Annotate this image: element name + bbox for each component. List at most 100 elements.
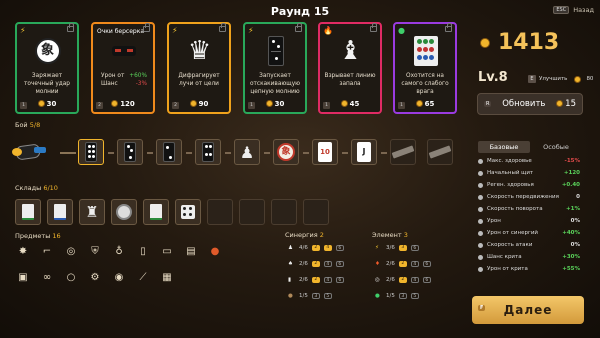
upgrade-button[interactable]: E Улучшить 80 bbox=[528, 75, 593, 83]
inventory-slot-5[interactable] bbox=[143, 199, 169, 225]
film-icon[interactable]: ▤ bbox=[183, 243, 199, 259]
fight-slot-2[interactable] bbox=[117, 139, 143, 165]
coin-icon bbox=[189, 100, 197, 107]
shop-card-1[interactable]: ⚡ 象 Заряжает точечный удар молнии 1 30 bbox=[15, 22, 79, 114]
fight-slot-locked-2 bbox=[427, 139, 453, 165]
chess-queen-icon: ♛ bbox=[187, 35, 212, 66]
link-connector bbox=[342, 152, 348, 154]
chest-icon[interactable]: ▣ bbox=[15, 269, 31, 285]
attack-speed-icon bbox=[478, 242, 483, 248]
fight-slot-locked-1 bbox=[390, 139, 416, 165]
card-price: 30 bbox=[245, 100, 305, 108]
reroll-key-hint: R bbox=[484, 101, 492, 107]
domino-icon bbox=[259, 34, 292, 67]
shop-card-5[interactable]: 🔥 ♝ Взрывает линию запала 1 45 bbox=[318, 22, 382, 114]
coin-icon[interactable]: ◉ bbox=[111, 269, 127, 285]
fight-slot-1[interactable] bbox=[78, 139, 104, 165]
magic-wand-icon[interactable]: ⟋ bbox=[135, 269, 151, 285]
playing-card-10-icon: 10 bbox=[318, 142, 332, 162]
lightning-icon: ⚡ bbox=[375, 244, 379, 251]
fight-slot-3[interactable] bbox=[156, 139, 182, 165]
fight-slot-5[interactable]: ♟ bbox=[234, 139, 260, 165]
inventory-slot-4[interactable] bbox=[111, 199, 137, 225]
mahjong-tile-icon: 象 bbox=[277, 143, 295, 161]
synergy-row[interactable]: ♠ 2/6 246 bbox=[288, 259, 344, 269]
playing-card-jack-icon: J bbox=[357, 142, 371, 162]
damage-icon bbox=[478, 218, 483, 224]
domino-icon bbox=[85, 142, 97, 162]
tab-special[interactable]: Особые bbox=[532, 141, 580, 153]
lock-icon[interactable] bbox=[295, 23, 302, 32]
link-connector bbox=[147, 152, 153, 154]
inventory-slot-9[interactable] bbox=[271, 199, 297, 225]
card-desc: Охотится на самого слабого врага bbox=[401, 73, 449, 95]
inventory-slot-3[interactable]: ♜ bbox=[79, 199, 105, 225]
coin-icon bbox=[265, 100, 273, 107]
card-price: 30 bbox=[17, 100, 77, 108]
speed-icon bbox=[478, 194, 483, 200]
regen-icon bbox=[478, 182, 483, 188]
sunglasses-icon[interactable]: ∞ bbox=[39, 269, 55, 285]
chess-pawn-icon: ♟ bbox=[239, 142, 255, 162]
shop-card-4[interactable]: ⚡ Запускает отскакивающую цепную молнию … bbox=[243, 22, 307, 114]
synergy-row[interactable]: ▮ 2/6 246 bbox=[288, 275, 344, 285]
tab-base[interactable]: Базовые bbox=[478, 141, 530, 153]
element-row[interactable]: ◎ 2/6 246 bbox=[375, 275, 431, 285]
shop-card-6[interactable]: ● Охотится на самого слабого врага 1 65 bbox=[393, 22, 457, 114]
fight-slot-4[interactable] bbox=[195, 139, 221, 165]
lock-icon[interactable] bbox=[143, 23, 150, 32]
lock-icon[interactable] bbox=[445, 23, 452, 32]
reroll-button[interactable]: R Обновить 15 bbox=[477, 93, 583, 115]
stat-row: Урон 0% bbox=[478, 216, 580, 226]
ring-icon[interactable]: ◎ bbox=[63, 243, 79, 259]
element-row[interactable]: ● 1/5 35 bbox=[375, 291, 431, 301]
inventory-slot-8[interactable] bbox=[239, 199, 265, 225]
lock-icon[interactable] bbox=[219, 23, 226, 32]
element-row[interactable]: ⚡ 3/6 36 bbox=[375, 243, 431, 253]
card-desc: Запускает отскакивающую цепную молнию bbox=[249, 73, 301, 95]
shop-card-3[interactable]: ⚡ ♛ Дифрагирует лучи от цели 2 90 bbox=[167, 22, 231, 114]
card-icon[interactable]: ▭ bbox=[159, 243, 175, 259]
next-key-hint: F bbox=[478, 305, 486, 311]
synergy-list: ♟ 4/6 246 ♠ 2/6 246 ▮ 2/6 246 ● 1/5 35 bbox=[288, 243, 344, 301]
mahjong-tile-icon: 象 bbox=[31, 34, 64, 67]
lock-icon[interactable] bbox=[370, 23, 377, 32]
reroll-price: 15 bbox=[556, 99, 576, 109]
mahjong-dots-icon bbox=[409, 34, 442, 67]
gear-icon[interactable]: ⚙ bbox=[87, 269, 103, 285]
inventory-slot-10[interactable] bbox=[303, 199, 329, 225]
inventory-slot-7[interactable] bbox=[207, 199, 233, 225]
shield-icon[interactable]: ⛨ bbox=[87, 243, 103, 259]
element-row[interactable]: ♦ 2/6 246 bbox=[375, 259, 431, 269]
shop-card-2[interactable]: Очки берсерка Урон от +60% Шанс -3% 2 12… bbox=[91, 22, 155, 114]
lock-icon[interactable] bbox=[67, 23, 74, 32]
fight-slot-6[interactable]: 象 bbox=[273, 139, 299, 165]
card-desc: Заряжает точечный удар молнии bbox=[24, 73, 70, 95]
domino-icon bbox=[124, 142, 136, 162]
bottle-icon[interactable]: ▯ bbox=[135, 243, 151, 259]
stat-row: Макс. здоровье -15% bbox=[478, 156, 580, 166]
next-button[interactable]: F Далее bbox=[472, 296, 584, 324]
fight-slot-7[interactable]: 10 bbox=[312, 139, 338, 165]
stat-row: Урон от крита +55% bbox=[478, 264, 580, 274]
inventory-slot-1[interactable] bbox=[15, 199, 41, 225]
back-button[interactable]: ESC Назад bbox=[553, 6, 594, 14]
arrow-icon bbox=[60, 152, 76, 154]
coin-icon bbox=[415, 100, 423, 107]
fight-slot-8[interactable]: J bbox=[351, 139, 377, 165]
synergy-row[interactable]: ♟ 4/6 246 bbox=[288, 243, 344, 253]
stat-row: Реген. здоровья +0.40 bbox=[478, 180, 580, 190]
coin-icon bbox=[111, 100, 119, 107]
medal-icon[interactable]: ♁ bbox=[111, 243, 127, 259]
inventory-slot-2[interactable] bbox=[47, 199, 73, 225]
glasses-icon[interactable]: ⌐ bbox=[39, 243, 55, 259]
sun-icon[interactable]: ✸ bbox=[15, 243, 31, 259]
donut-icon[interactable]: ○ bbox=[63, 269, 79, 285]
cannon-icon[interactable]: ● bbox=[207, 243, 223, 259]
calculator-icon[interactable]: ▦ bbox=[159, 269, 175, 285]
shield-icon bbox=[478, 170, 483, 176]
synergy-row[interactable]: ● 1/5 35 bbox=[288, 291, 344, 301]
sunglasses-icon bbox=[107, 34, 140, 67]
inventory-slot-6[interactable] bbox=[175, 199, 201, 225]
coin-icon bbox=[480, 37, 490, 48]
